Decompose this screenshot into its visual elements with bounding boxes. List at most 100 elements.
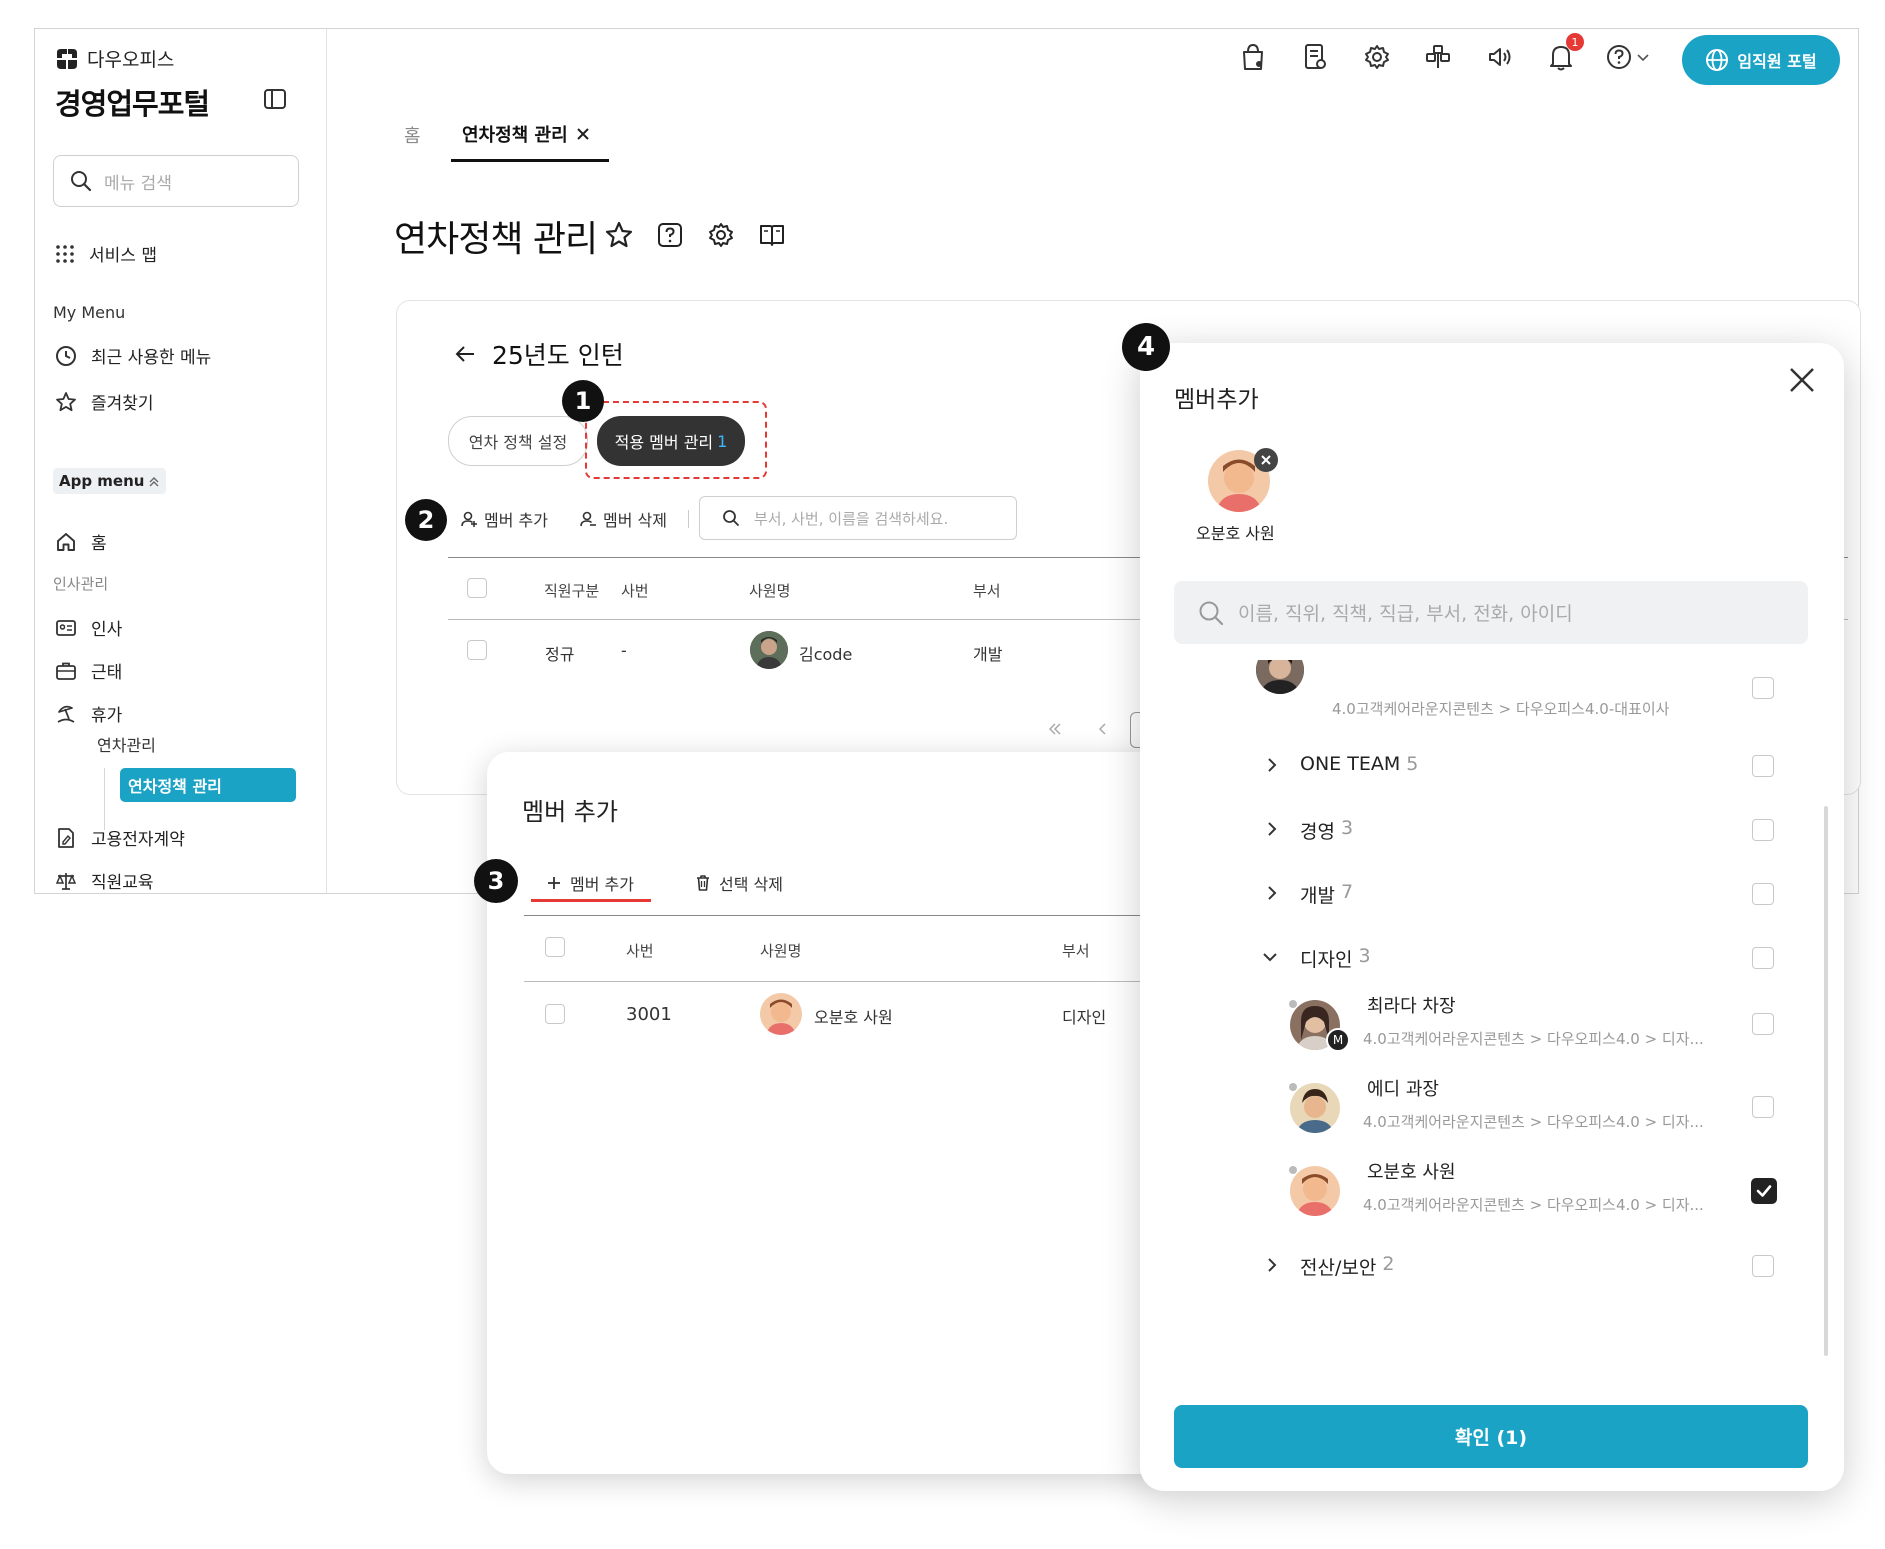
tab-applied-members[interactable]: 적용 멤버 관리 1 xyxy=(597,416,745,466)
gear-icon[interactable] xyxy=(1360,40,1394,74)
list-item[interactable]: 4.0고객케어라운지콘텐츠 > 다우오피스4.0-대표이사 xyxy=(1174,660,1808,720)
cell-dept: 디자인 xyxy=(1062,1008,1107,1027)
select-all-checkbox[interactable] xyxy=(545,937,565,957)
confirm-button[interactable]: 확인 (1) xyxy=(1174,1405,1808,1468)
group-checkbox[interactable] xyxy=(1752,1255,1774,1277)
speaker-icon[interactable] xyxy=(1483,40,1517,74)
add-button-underline xyxy=(531,899,651,902)
user-remove-icon xyxy=(579,510,597,528)
person-checkbox[interactable] xyxy=(1752,1013,1774,1035)
sidebar-item-service-map[interactable]: 서비스 맵 xyxy=(55,241,157,266)
group-name: 경영 xyxy=(1300,821,1335,843)
portal-title: 경영업무포털 xyxy=(55,87,210,121)
person-checkbox-checked[interactable] xyxy=(1751,1178,1777,1204)
tab-home[interactable]: 홈 xyxy=(404,122,421,148)
sidebar-item-recent[interactable]: 최근 사용한 메뉴 xyxy=(55,343,211,368)
person-path: 4.0고객케어라운지콘텐츠 > 다우오피스4.0 > 디자... xyxy=(1363,1196,1704,1214)
network-icon[interactable] xyxy=(1421,40,1455,74)
shopping-bag-icon[interactable] xyxy=(1236,40,1270,74)
document-icon[interactable] xyxy=(1298,40,1332,74)
modal-search-input[interactable]: 이름, 직위, 직책, 직급, 부서, 전화, 아이디 xyxy=(1174,581,1808,644)
panel-add-member-button[interactable]: 멤버 추가 xyxy=(546,871,634,895)
brand-logo[interactable]: 다우오피스 xyxy=(55,45,174,72)
column-header: 부서 xyxy=(973,582,1001,600)
group-it-security[interactable]: 전산/보안 2 xyxy=(1300,1253,1394,1280)
select-all-checkbox[interactable] xyxy=(467,578,487,598)
home-icon xyxy=(55,531,77,553)
help-box-icon[interactable] xyxy=(654,219,686,251)
my-menu-header: My Menu xyxy=(53,303,126,322)
app-menu-toggle[interactable]: App menu xyxy=(53,468,167,494)
member-search-input[interactable]: 부서, 사번, 이름을 검색하세요. xyxy=(699,496,1017,540)
arrow-left-icon[interactable] xyxy=(454,343,476,365)
remove-chip-icon[interactable] xyxy=(1254,448,1278,472)
close-icon[interactable] xyxy=(576,127,590,141)
sidebar-item-label: 서비스 맵 xyxy=(89,246,157,266)
row-checkbox[interactable] xyxy=(545,1004,565,1024)
page-title: 연차정책 관리 xyxy=(394,219,598,260)
sidebar-toggle-icon[interactable] xyxy=(261,85,289,113)
sidebar-subitem-leave[interactable]: 연차관리 xyxy=(97,732,156,756)
group-management[interactable]: 경영 3 xyxy=(1300,817,1353,844)
sidebar-item-leave-policy[interactable]: 연차정책 관리 xyxy=(120,768,296,802)
sidebar-item-contract[interactable]: 고용전자계약 xyxy=(55,825,185,850)
search-icon xyxy=(1198,600,1224,626)
button-label: 멤버 삭제 xyxy=(603,511,667,530)
column-header: 직원구분 xyxy=(544,582,600,600)
chevron-right-icon[interactable] xyxy=(1262,883,1282,903)
group-checkbox[interactable] xyxy=(1752,947,1774,969)
chevron-down-icon xyxy=(1636,50,1650,64)
modal-title: 멤버추가 xyxy=(1174,387,1259,413)
group-design[interactable]: 디자인 3 xyxy=(1300,945,1371,972)
status-dot xyxy=(1289,1083,1297,1091)
globe-icon xyxy=(1705,48,1729,72)
employee-portal-button[interactable]: 임직원 포털 xyxy=(1682,35,1840,85)
sidebar-item-label: 즐겨찾기 xyxy=(91,394,154,414)
sidebar-item-home[interactable]: 홈 xyxy=(55,529,107,554)
menu-search-input[interactable]: 메뉴 검색 xyxy=(53,155,299,207)
first-page-icon[interactable] xyxy=(1046,720,1064,738)
group-name: 개발 xyxy=(1300,885,1335,907)
step-marker-1: 1 xyxy=(562,380,604,422)
group-development[interactable]: 개발 7 xyxy=(1300,881,1353,908)
portal-button-label: 임직원 포털 xyxy=(1737,52,1817,71)
status-dot xyxy=(1289,1000,1297,1008)
person-path: 4.0고객케어라운지콘텐츠 > 다우오피스4.0-대표이사 xyxy=(1332,700,1670,718)
person-name: 최라다 차장 xyxy=(1367,996,1456,1017)
group-checkbox[interactable] xyxy=(1752,755,1774,777)
sidebar-item-favorites[interactable]: 즐겨찾기 xyxy=(55,389,154,414)
row-checkbox[interactable] xyxy=(1752,677,1774,699)
sidebar-item-label: 휴가 xyxy=(91,706,123,726)
sidebar-item-attendance[interactable]: 근태 xyxy=(55,658,122,683)
delete-member-button[interactable]: 멤버 삭제 xyxy=(579,507,667,531)
group-checkbox[interactable] xyxy=(1752,819,1774,841)
avatar xyxy=(1290,1083,1340,1133)
group-count: 3 xyxy=(1358,945,1371,967)
person-checkbox[interactable] xyxy=(1752,1096,1774,1118)
tab-policy-settings[interactable]: 연차 정책 설정 xyxy=(448,416,588,466)
row-checkbox[interactable] xyxy=(467,640,487,660)
sidebar-item-hr[interactable]: 인사 xyxy=(55,615,122,640)
gear-icon[interactable] xyxy=(705,219,737,251)
chevron-right-icon[interactable] xyxy=(1262,1255,1282,1275)
prev-page-icon[interactable] xyxy=(1094,720,1112,738)
tab-leave-policy[interactable]: 연차정책 관리 xyxy=(462,121,590,147)
chevron-down-icon[interactable] xyxy=(1260,947,1280,967)
modal-scrollbar[interactable] xyxy=(1824,806,1828,1356)
group-checkbox[interactable] xyxy=(1752,883,1774,905)
sidebar-item-vacation[interactable]: 휴가 xyxy=(55,701,122,726)
person-path: 4.0고객케어라운지콘텐츠 > 다우오피스4.0 > 디자... xyxy=(1363,1030,1704,1048)
chevron-right-icon[interactable] xyxy=(1262,755,1282,775)
group-one-team[interactable]: ONE TEAM 5 xyxy=(1300,753,1418,775)
close-icon[interactable] xyxy=(1786,364,1818,396)
policy-title: 25년도 인턴 xyxy=(492,341,624,370)
chevron-right-icon[interactable] xyxy=(1262,819,1282,839)
delete-selected-button[interactable]: 선택 삭제 xyxy=(695,871,783,895)
book-icon[interactable] xyxy=(756,219,788,251)
trash-icon xyxy=(695,874,711,892)
sidebar-item-training[interactable]: 직원교육 xyxy=(55,868,154,893)
help-menu[interactable] xyxy=(1606,44,1650,70)
star-icon[interactable] xyxy=(603,219,635,251)
add-member-button[interactable]: 멤버 추가 xyxy=(460,507,548,531)
tab-label: 적용 멤버 관리 xyxy=(614,433,714,452)
